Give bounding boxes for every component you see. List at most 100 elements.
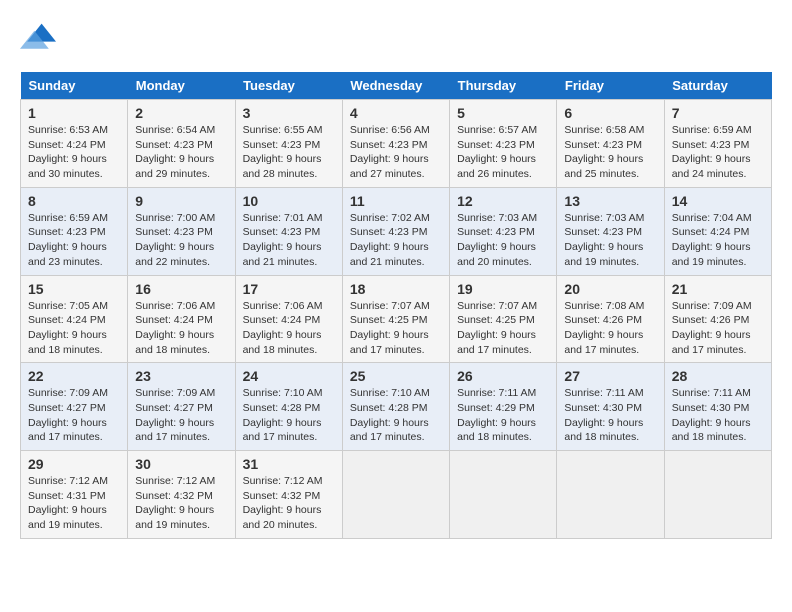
calendar-cell: 14 Sunrise: 7:04 AM Sunset: 4:24 PM Dayli…: [664, 187, 771, 275]
day-number: 26: [457, 368, 549, 384]
calendar-cell: [664, 451, 771, 539]
day-number: 10: [243, 193, 335, 209]
day-number: 31: [243, 456, 335, 472]
calendar-cell: 31 Sunrise: 7:12 AM Sunset: 4:32 PM Dayli…: [235, 451, 342, 539]
calendar-week-row: 29 Sunrise: 7:12 AM Sunset: 4:31 PM Dayli…: [21, 451, 772, 539]
day-info: Sunrise: 7:11 AM Sunset: 4:30 PM Dayligh…: [672, 386, 764, 445]
calendar-cell: 11 Sunrise: 7:02 AM Sunset: 4:23 PM Dayli…: [342, 187, 449, 275]
day-number: 30: [135, 456, 227, 472]
day-info: Sunrise: 7:09 AM Sunset: 4:27 PM Dayligh…: [28, 386, 120, 445]
day-number: 18: [350, 281, 442, 297]
calendar-cell: 13 Sunrise: 7:03 AM Sunset: 4:23 PM Dayli…: [557, 187, 664, 275]
calendar-day-header: Friday: [557, 72, 664, 100]
page-header: [20, 20, 772, 56]
calendar-day-header: Thursday: [450, 72, 557, 100]
calendar-cell: 15 Sunrise: 7:05 AM Sunset: 4:24 PM Dayli…: [21, 275, 128, 363]
calendar-week-row: 8Sunrise: 6:59 AM Sunset: 4:23 PM Daylig…: [21, 187, 772, 275]
day-info: Sunrise: 6:59 AM Sunset: 4:23 PM Dayligh…: [672, 123, 764, 182]
calendar-cell: 7Sunrise: 6:59 AM Sunset: 4:23 PM Daylig…: [664, 100, 771, 188]
calendar-cell: 26 Sunrise: 7:11 AM Sunset: 4:29 PM Dayli…: [450, 363, 557, 451]
day-info: Sunrise: 7:12 AM Sunset: 4:31 PM Dayligh…: [28, 474, 120, 533]
calendar-week-row: 1Sunrise: 6:53 AM Sunset: 4:24 PM Daylig…: [21, 100, 772, 188]
day-info: Sunrise: 7:01 AM Sunset: 4:23 PM Dayligh…: [243, 211, 335, 270]
day-number: 12: [457, 193, 549, 209]
day-number: 28: [672, 368, 764, 384]
calendar-cell: 6 Sunrise: 6:58 AM Sunset: 4:23 PM Daylig…: [557, 100, 664, 188]
calendar-cell: 16 Sunrise: 7:06 AM Sunset: 4:24 PM Dayli…: [128, 275, 235, 363]
calendar-cell: 17Sunrise: 7:06 AM Sunset: 4:24 PM Dayli…: [235, 275, 342, 363]
day-info: Sunrise: 7:09 AM Sunset: 4:26 PM Dayligh…: [672, 299, 764, 358]
calendar-week-row: 22Sunrise: 7:09 AM Sunset: 4:27 PM Dayli…: [21, 363, 772, 451]
day-number: 13: [564, 193, 656, 209]
logo: [20, 20, 60, 56]
calendar-day-header: Sunday: [21, 72, 128, 100]
day-number: 24: [243, 368, 335, 384]
day-number: 16: [135, 281, 227, 297]
calendar-cell: 18 Sunrise: 7:07 AM Sunset: 4:25 PM Dayli…: [342, 275, 449, 363]
day-info: Sunrise: 6:55 AM Sunset: 4:23 PM Dayligh…: [243, 123, 335, 182]
day-info: Sunrise: 6:56 AM Sunset: 4:23 PM Dayligh…: [350, 123, 442, 182]
calendar-cell: 28 Sunrise: 7:11 AM Sunset: 4:30 PM Dayli…: [664, 363, 771, 451]
day-info: Sunrise: 7:11 AM Sunset: 4:30 PM Dayligh…: [564, 386, 656, 445]
day-number: 1: [28, 105, 120, 121]
day-number: 4: [350, 105, 442, 121]
calendar-cell: 27 Sunrise: 7:11 AM Sunset: 4:30 PM Dayli…: [557, 363, 664, 451]
calendar-cell: 1Sunrise: 6:53 AM Sunset: 4:24 PM Daylig…: [21, 100, 128, 188]
day-info: Sunrise: 7:10 AM Sunset: 4:28 PM Dayligh…: [243, 386, 335, 445]
day-info: Sunrise: 7:11 AM Sunset: 4:29 PM Dayligh…: [457, 386, 549, 445]
day-number: 23: [135, 368, 227, 384]
day-number: 29: [28, 456, 120, 472]
calendar-cell: 12Sunrise: 7:03 AM Sunset: 4:23 PM Dayli…: [450, 187, 557, 275]
day-number: 5: [457, 105, 549, 121]
day-info: Sunrise: 7:05 AM Sunset: 4:24 PM Dayligh…: [28, 299, 120, 358]
calendar-cell: [450, 451, 557, 539]
day-number: 25: [350, 368, 442, 384]
calendar-body: 1Sunrise: 6:53 AM Sunset: 4:24 PM Daylig…: [21, 100, 772, 539]
calendar-day-header: Saturday: [664, 72, 771, 100]
logo-icon: [20, 20, 56, 56]
day-info: Sunrise: 7:02 AM Sunset: 4:23 PM Dayligh…: [350, 211, 442, 270]
calendar-cell: 25 Sunrise: 7:10 AM Sunset: 4:28 PM Dayli…: [342, 363, 449, 451]
day-number: 9: [135, 193, 227, 209]
day-number: 14: [672, 193, 764, 209]
day-number: 8: [28, 193, 120, 209]
day-info: Sunrise: 7:08 AM Sunset: 4:26 PM Dayligh…: [564, 299, 656, 358]
day-info: Sunrise: 7:06 AM Sunset: 4:24 PM Dayligh…: [135, 299, 227, 358]
calendar-cell: 5 Sunrise: 6:57 AM Sunset: 4:23 PM Daylig…: [450, 100, 557, 188]
day-info: Sunrise: 7:12 AM Sunset: 4:32 PM Dayligh…: [243, 474, 335, 533]
day-number: 6: [564, 105, 656, 121]
calendar-cell: 21 Sunrise: 7:09 AM Sunset: 4:26 PM Dayli…: [664, 275, 771, 363]
calendar-cell: 19 Sunrise: 7:07 AM Sunset: 4:25 PM Dayli…: [450, 275, 557, 363]
day-info: Sunrise: 7:03 AM Sunset: 4:23 PM Dayligh…: [564, 211, 656, 270]
calendar-day-header: Wednesday: [342, 72, 449, 100]
calendar-cell: 9 Sunrise: 7:00 AM Sunset: 4:23 PM Daylig…: [128, 187, 235, 275]
day-info: Sunrise: 7:07 AM Sunset: 4:25 PM Dayligh…: [350, 299, 442, 358]
calendar-cell: 10 Sunrise: 7:01 AM Sunset: 4:23 PM Dayli…: [235, 187, 342, 275]
day-info: Sunrise: 7:06 AM Sunset: 4:24 PM Dayligh…: [243, 299, 335, 358]
calendar-cell: 20 Sunrise: 7:08 AM Sunset: 4:26 PM Dayli…: [557, 275, 664, 363]
calendar-header-row: SundayMondayTuesdayWednesdayThursdayFrid…: [21, 72, 772, 100]
day-info: Sunrise: 6:54 AM Sunset: 4:23 PM Dayligh…: [135, 123, 227, 182]
day-info: Sunrise: 7:00 AM Sunset: 4:23 PM Dayligh…: [135, 211, 227, 270]
calendar-cell: 8Sunrise: 6:59 AM Sunset: 4:23 PM Daylig…: [21, 187, 128, 275]
calendar-table: SundayMondayTuesdayWednesdayThursdayFrid…: [20, 72, 772, 539]
day-info: Sunrise: 6:58 AM Sunset: 4:23 PM Dayligh…: [564, 123, 656, 182]
day-number: 20: [564, 281, 656, 297]
day-number: 2: [135, 105, 227, 121]
day-info: Sunrise: 7:09 AM Sunset: 4:27 PM Dayligh…: [135, 386, 227, 445]
day-info: Sunrise: 7:04 AM Sunset: 4:24 PM Dayligh…: [672, 211, 764, 270]
day-number: 15: [28, 281, 120, 297]
calendar-cell: 29 Sunrise: 7:12 AM Sunset: 4:31 PM Dayli…: [21, 451, 128, 539]
day-number: 21: [672, 281, 764, 297]
day-info: Sunrise: 7:10 AM Sunset: 4:28 PM Dayligh…: [350, 386, 442, 445]
day-info: Sunrise: 6:57 AM Sunset: 4:23 PM Dayligh…: [457, 123, 549, 182]
calendar-cell: [342, 451, 449, 539]
day-number: 19: [457, 281, 549, 297]
day-number: 11: [350, 193, 442, 209]
day-info: Sunrise: 7:07 AM Sunset: 4:25 PM Dayligh…: [457, 299, 549, 358]
calendar-cell: 4 Sunrise: 6:56 AM Sunset: 4:23 PM Daylig…: [342, 100, 449, 188]
calendar-cell: 23 Sunrise: 7:09 AM Sunset: 4:27 PM Dayli…: [128, 363, 235, 451]
day-info: Sunrise: 7:12 AM Sunset: 4:32 PM Dayligh…: [135, 474, 227, 533]
day-number: 27: [564, 368, 656, 384]
calendar-cell: 30 Sunrise: 7:12 AM Sunset: 4:32 PM Dayli…: [128, 451, 235, 539]
